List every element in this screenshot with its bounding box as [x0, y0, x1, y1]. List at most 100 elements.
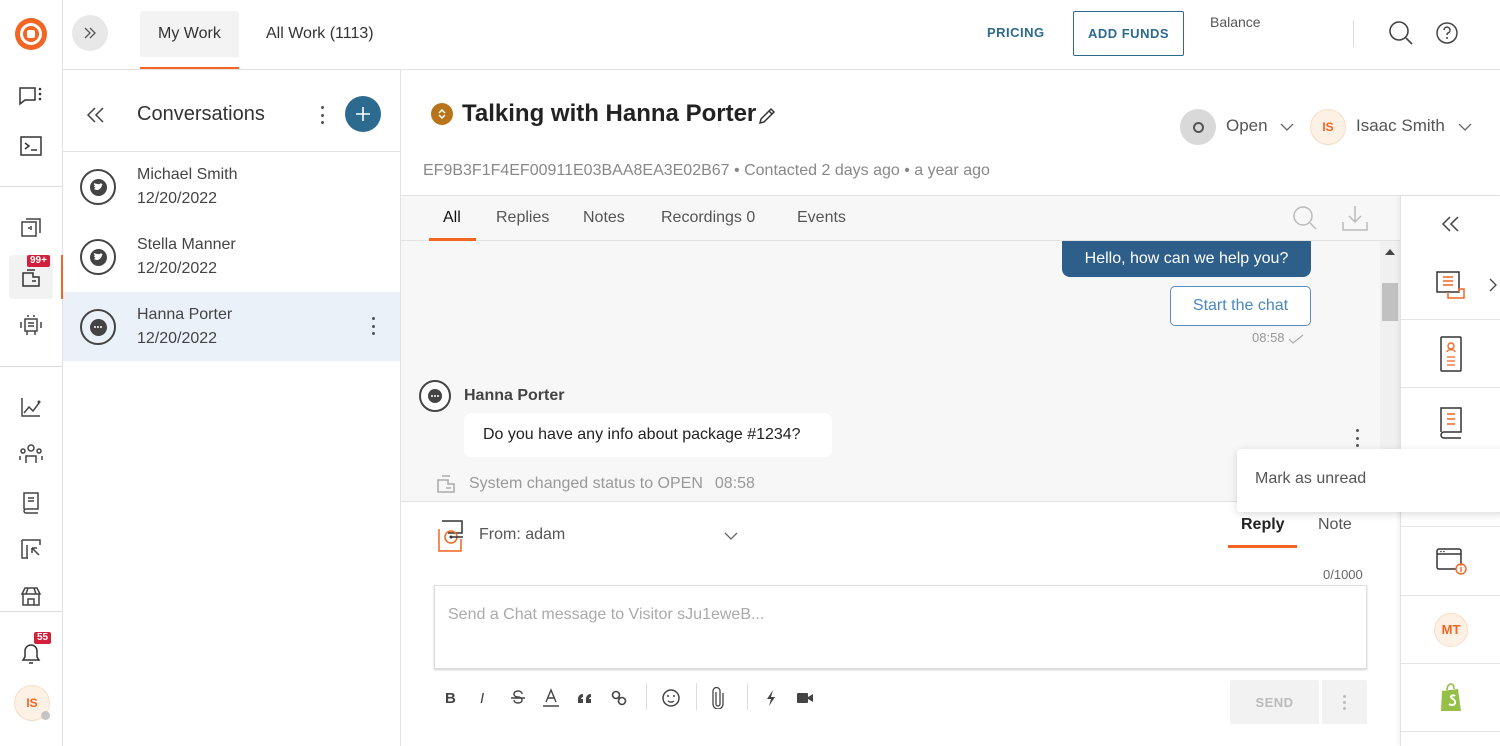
active-composer-tab-indicator [1228, 545, 1297, 548]
created-time: a year ago [914, 162, 990, 179]
emoji-button[interactable] [661, 687, 681, 709]
twitter-channel-icon [80, 169, 116, 205]
agent-dropdown[interactable]: Isaac Smith [1356, 116, 1472, 136]
contact-avatar [419, 380, 451, 412]
search-timeline-icon[interactable] [1292, 205, 1318, 231]
contact-profile-icon [1440, 335, 1462, 372]
send-button[interactable]: SEND [1230, 680, 1319, 724]
inbox-badge: 99+ [27, 255, 50, 267]
analytics-chart-icon[interactable] [9, 385, 53, 429]
italic-button[interactable]: I [480, 687, 484, 709]
collapse-right-panel-button[interactable] [1401, 196, 1500, 252]
download-icon[interactable] [1341, 204, 1369, 232]
bot-icon[interactable] [9, 303, 53, 347]
help-icon[interactable] [1435, 21, 1459, 45]
expand-sidebar-button[interactable] [72, 15, 108, 51]
double-chevron-left-icon [1441, 216, 1459, 232]
start-chat-button[interactable]: Start the chat [1170, 286, 1311, 326]
link-button[interactable] [610, 687, 628, 709]
app-info-tab[interactable] [1401, 526, 1500, 596]
pricing-link[interactable]: PRICING [987, 25, 1045, 40]
status-dropdown[interactable]: Open [1226, 116, 1294, 136]
mt-avatar: MT [1434, 612, 1468, 647]
conversation-name: Michael Smith [137, 166, 238, 183]
rail-divider [0, 611, 62, 612]
twitter-channel-icon [80, 239, 116, 275]
conversation-item[interactable]: Stella Manner 12/20/2022 [63, 222, 400, 291]
notifications-badge: 55 [34, 632, 52, 644]
rail-divider [0, 366, 62, 367]
quick-reply-button[interactable] [765, 687, 777, 709]
contact-profile-tab[interactable] [1401, 320, 1500, 388]
tab-reply[interactable]: Reply [1241, 516, 1285, 534]
tab-notes[interactable]: Notes [583, 209, 625, 227]
message-composer: From: adam Reply Note 0/1000 B I SEND [401, 501, 1400, 746]
add-conversation-button[interactable] [345, 96, 381, 132]
send-options-button[interactable] [1322, 680, 1367, 724]
app-info-icon [1436, 548, 1467, 575]
team-icon[interactable] [9, 432, 53, 476]
conversations-more-icon[interactable] [319, 106, 325, 124]
bold-button[interactable]: B [445, 687, 456, 709]
conversation-date: 12/20/2022 [137, 330, 218, 347]
tab-all[interactable]: All [443, 209, 461, 227]
tab-replies[interactable]: Replies [496, 209, 549, 227]
conversation-name: Stella Manner [137, 236, 236, 253]
mark-as-unread-menu-item[interactable]: Mark as unread [1255, 470, 1366, 488]
toolbar-divider [646, 683, 647, 710]
knowledge-chat-icon[interactable] [9, 206, 53, 250]
chat-menu-icon[interactable] [9, 75, 53, 119]
search-icon[interactable] [1388, 20, 1414, 46]
status-icon[interactable] [1180, 109, 1216, 145]
scrollbar-thumb[interactable] [1382, 283, 1398, 321]
strikethrough-button[interactable] [510, 687, 526, 709]
tab-events[interactable]: Events [797, 209, 846, 227]
chevron-down-icon[interactable] [724, 532, 738, 540]
conversation-more-icon[interactable] [363, 314, 383, 338]
rail-divider [0, 186, 62, 187]
chevron-down-icon [1280, 123, 1294, 131]
chevron-down-icon [1458, 123, 1472, 131]
message-more-icon[interactable] [1354, 429, 1360, 447]
system-event: System changed status to OPEN 08:58 [435, 474, 755, 494]
conversation-header: Talking with Hanna Porter EF9B3F1F4EF009… [401, 70, 1500, 196]
book-icon[interactable] [9, 480, 53, 524]
outgoing-message: Hello, how can we help you? [1062, 241, 1311, 277]
frame-cursor-icon[interactable] [9, 527, 53, 571]
conversation-item[interactable]: Michael Smith 12/20/2022 [63, 152, 400, 221]
chat-channel-icon [80, 309, 116, 345]
shopify-tab[interactable] [1401, 664, 1500, 732]
knowledge-base-tab[interactable] [1401, 388, 1500, 456]
incoming-sender: Hanna Porter [464, 387, 565, 404]
agent-avatar: IS [1310, 109, 1346, 145]
incoming-message: Do you have any info about package #1234… [464, 413, 832, 457]
top-bar: My Work All Work (1113) PRICING ADD FUND… [63, 0, 1500, 70]
from-selector[interactable]: From: adam [479, 526, 565, 544]
contacted-time: Contacted 2 days ago [744, 162, 900, 179]
topbar-divider [1353, 20, 1354, 47]
text-color-button[interactable] [542, 687, 560, 709]
logo-icon[interactable] [9, 12, 53, 56]
conversation-date: 12/20/2022 [137, 260, 218, 277]
priority-icon [431, 103, 453, 125]
message-input[interactable] [434, 585, 1367, 669]
attachment-button[interactable] [712, 687, 724, 709]
conversation-item-selected[interactable]: Hanna Porter 12/20/2022 [63, 292, 400, 361]
tab-recordings[interactable]: Recordings 0 [661, 209, 755, 227]
conversation-date: 12/20/2022 [137, 190, 218, 207]
character-counter: 0/1000 [1323, 567, 1363, 582]
edit-title-icon[interactable] [757, 106, 777, 126]
tab-my-work[interactable]: My Work [140, 11, 239, 69]
collapse-panel-icon[interactable] [85, 106, 107, 124]
quote-button[interactable] [577, 687, 593, 709]
conversations-title: Conversations [137, 103, 265, 125]
tab-all-work[interactable]: All Work (1113) [248, 11, 392, 57]
add-funds-button[interactable]: ADD FUNDS [1073, 11, 1184, 56]
tab-note[interactable]: Note [1318, 516, 1352, 534]
timeline-tabs: All Replies Notes Recordings 0 Events [401, 196, 1400, 241]
conversation-name: Hanna Porter [137, 306, 233, 323]
terminal-icon[interactable] [9, 124, 53, 168]
conversation-details-tab[interactable] [1401, 252, 1500, 320]
video-button[interactable] [796, 687, 814, 709]
user-mt-tab[interactable]: MT [1401, 596, 1500, 664]
